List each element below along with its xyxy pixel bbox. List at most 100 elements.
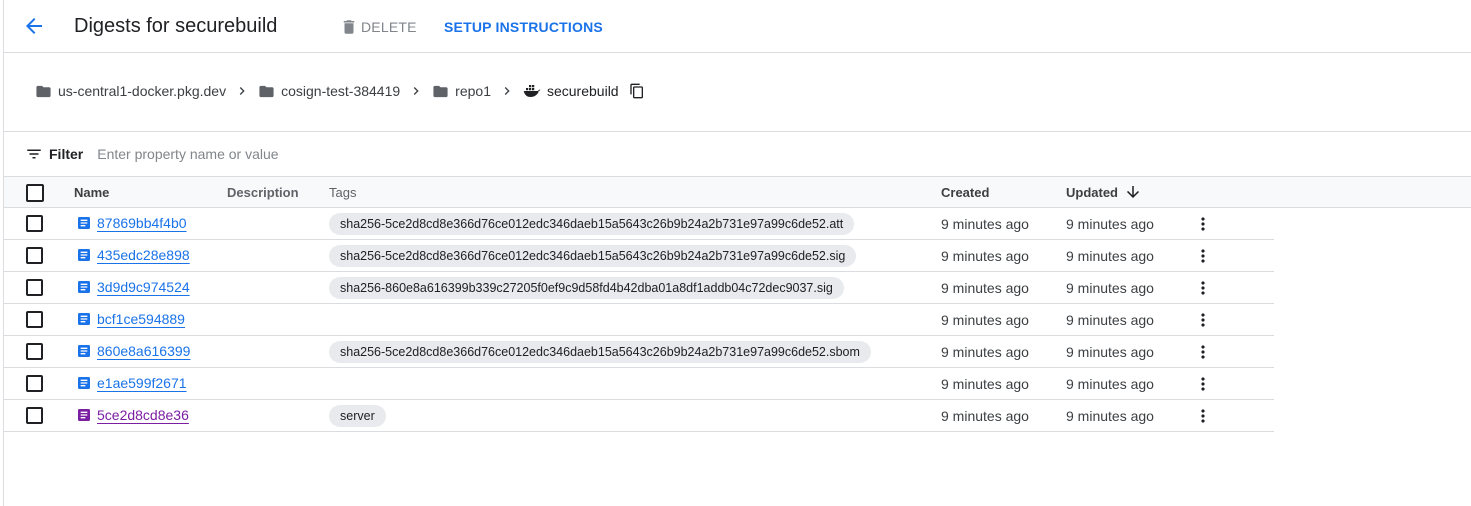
updated-cell: 9 minutes ago (1066, 344, 1154, 360)
arrow-downward-icon[interactable] (1124, 183, 1142, 201)
created-cell: 9 minutes ago (941, 376, 1029, 392)
tag-chip: server (329, 405, 386, 427)
digest-name-link[interactable]: 3d9d9c974524 (76, 279, 190, 295)
table-row: 3d9d9c974524 sha256-860e8a616399b339c272… (4, 272, 1274, 304)
updated-cell: 9 minutes ago (1066, 376, 1154, 392)
created-cell: 9 minutes ago (941, 344, 1029, 360)
digest-name: 5ce2d8cd8e36 (97, 407, 189, 423)
document-icon (78, 281, 90, 293)
more-vert-icon (1201, 409, 1205, 423)
more-vert-icon (1201, 217, 1205, 231)
row-checkbox[interactable] (26, 247, 43, 264)
breadcrumb-item-repository[interactable]: repo1 (432, 83, 491, 100)
setup-instructions-button[interactable]: SETUP INSTRUCTIONS (444, 19, 603, 35)
more-actions-button[interactable] (1193, 406, 1213, 426)
table-header: Name Description Tags Created Updated (4, 176, 1471, 208)
more-actions-button[interactable] (1193, 374, 1213, 394)
delete-button[interactable]: DELETE (340, 18, 417, 36)
document-icon (78, 217, 90, 229)
breadcrumb-item-registry[interactable]: us-central1-docker.pkg.dev (35, 83, 226, 100)
folder-icon (433, 85, 448, 97)
back-button[interactable] (22, 14, 46, 38)
digest-name: e1ae599f2671 (97, 375, 187, 391)
table-row: 435edc28e898 sha256-5ce2d8cd8e366d76ce01… (4, 240, 1274, 272)
filter-input[interactable] (97, 146, 398, 162)
row-checkbox[interactable] (26, 311, 43, 328)
breadcrumb-item-image: securebuild (523, 83, 619, 99)
divider (4, 131, 1471, 132)
document-icon (78, 377, 90, 389)
updated-cell: 9 minutes ago (1066, 216, 1154, 232)
breadcrumb-label: cosign-test-384419 (281, 83, 401, 99)
breadcrumb-label: securebuild (546, 83, 619, 99)
document-icon (78, 345, 90, 357)
table-row: 860e8a616399 sha256-5ce2d8cd8e366d76ce01… (4, 336, 1274, 368)
tag-chip: sha256-5ce2d8cd8e366d76ce012edc346daeb15… (329, 341, 871, 363)
more-vert-icon (1201, 345, 1205, 359)
digest-name-link[interactable]: 435edc28e898 (76, 247, 190, 263)
delete-label: DELETE (361, 19, 417, 35)
breadcrumb: us-central1-docker.pkg.dev cosign-test-3… (35, 81, 645, 101)
row-checkbox[interactable] (26, 343, 43, 360)
digest-name-link[interactable]: 87869bb4f4b0 (76, 215, 187, 231)
more-vert-icon (1201, 313, 1205, 327)
created-cell: 9 minutes ago (941, 216, 1029, 232)
page-title: Digests for securebuild (74, 15, 278, 37)
digest-name: 87869bb4f4b0 (97, 215, 187, 231)
more-vert-icon (1201, 281, 1205, 295)
table-body: 87869bb4f4b0 sha256-5ce2d8cd8e366d76ce01… (4, 208, 1471, 432)
updated-cell: 9 minutes ago (1066, 408, 1154, 424)
breadcrumb-label: us-central1-docker.pkg.dev (58, 83, 227, 99)
digest-name: bcf1ce594889 (97, 311, 185, 327)
document-icon (78, 249, 90, 261)
filter-list-icon (27, 149, 41, 159)
chevron-right-icon (408, 83, 424, 99)
more-vert-icon (1201, 377, 1205, 391)
breadcrumb-item-project[interactable]: cosign-test-384419 (258, 83, 400, 100)
row-checkbox[interactable] (26, 407, 43, 424)
docker-icon (523, 85, 541, 97)
copy-icon[interactable] (629, 82, 645, 100)
digest-name: 860e8a616399 (97, 343, 191, 359)
folder-icon (259, 85, 274, 97)
filter-bar: Filter (25, 144, 398, 164)
row-checkbox[interactable] (26, 215, 43, 232)
more-actions-button[interactable] (1193, 246, 1213, 266)
document-icon (78, 313, 90, 325)
table-row: 5ce2d8cd8e36 server 9 minutes ago 9 minu… (4, 400, 1274, 432)
column-header-updated[interactable]: Updated (1066, 185, 1118, 200)
more-actions-button[interactable] (1193, 278, 1213, 298)
created-cell: 9 minutes ago (941, 312, 1029, 328)
created-cell: 9 minutes ago (941, 248, 1029, 264)
column-header-tags[interactable]: Tags (329, 185, 356, 200)
table-row: 87869bb4f4b0 sha256-5ce2d8cd8e366d76ce01… (4, 208, 1274, 240)
digests-table: Name Description Tags Created Updated 87… (4, 176, 1471, 432)
created-cell: 9 minutes ago (941, 280, 1029, 296)
table-row: bcf1ce594889 9 minutes ago 9 minutes ago (4, 304, 1274, 336)
filter-label: Filter (49, 146, 84, 162)
document-icon (78, 409, 90, 421)
digest-name-link[interactable]: 860e8a616399 (76, 343, 190, 359)
more-actions-button[interactable] (1193, 310, 1213, 330)
column-header-name[interactable]: Name (74, 185, 109, 200)
select-all-checkbox[interactable] (26, 184, 44, 202)
folder-icon (36, 85, 51, 97)
created-cell: 9 minutes ago (941, 408, 1029, 424)
row-checkbox[interactable] (26, 279, 43, 296)
tag-chip: sha256-5ce2d8cd8e366d76ce012edc346daeb15… (329, 245, 857, 267)
updated-cell: 9 minutes ago (1066, 312, 1154, 328)
digest-name: 435edc28e898 (97, 247, 190, 263)
digest-name-link[interactable]: e1ae599f2671 (76, 375, 187, 391)
column-header-created[interactable]: Created (941, 185, 989, 200)
column-header-description[interactable]: Description (227, 185, 299, 200)
breadcrumb-label: repo1 (455, 83, 491, 99)
tag-chip: sha256-860e8a616399b339c27205f0ef9c9d58f… (329, 277, 844, 299)
more-actions-button[interactable] (1193, 342, 1213, 362)
row-checkbox[interactable] (26, 375, 43, 392)
more-vert-icon (1201, 249, 1205, 263)
digest-name-link[interactable]: bcf1ce594889 (76, 311, 185, 327)
digest-name-link[interactable]: 5ce2d8cd8e36 (76, 407, 189, 423)
more-actions-button[interactable] (1193, 214, 1213, 234)
table-row: e1ae599f2671 9 minutes ago 9 minutes ago (4, 368, 1274, 400)
arrow-back-icon (26, 18, 42, 34)
